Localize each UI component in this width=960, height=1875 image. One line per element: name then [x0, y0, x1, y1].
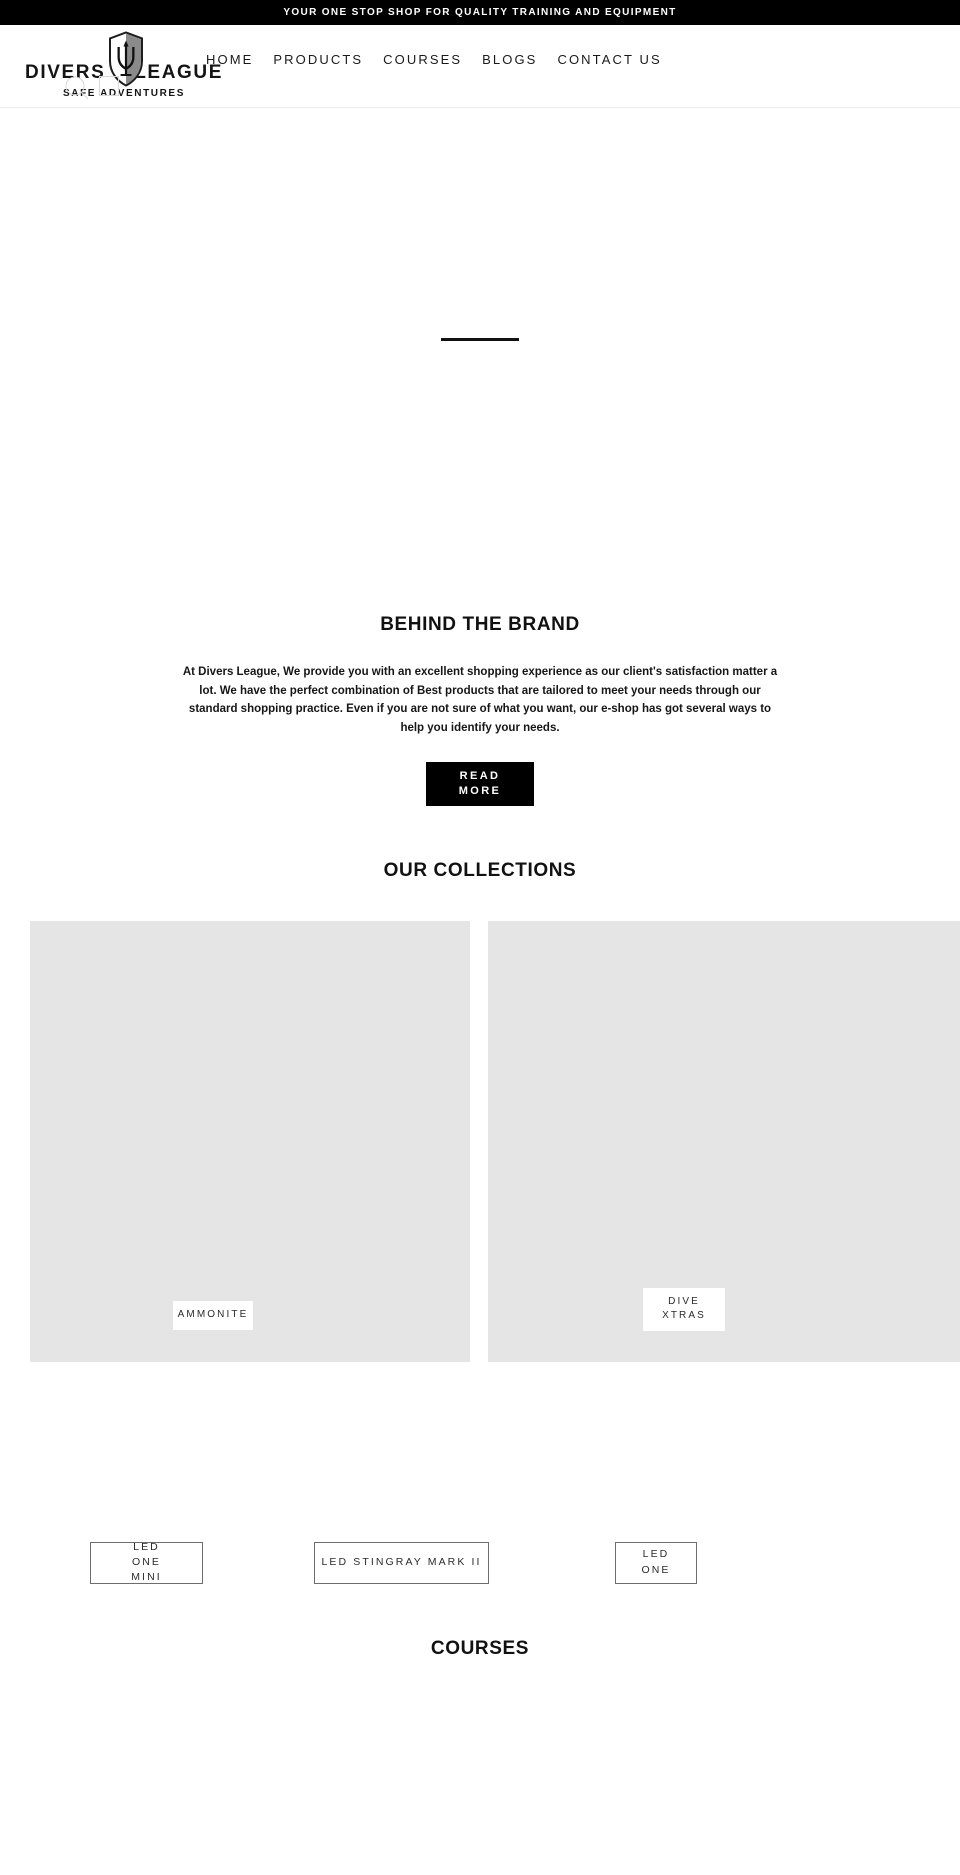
behind-the-brand-paragraph: At Divers League, We provide you with an…	[182, 666, 778, 734]
nav-item-contact-us[interactable]: CONTACT US	[547, 47, 671, 72]
main-navigation: HOME PRODUCTS COURSES BLOGS CONTACT US	[196, 47, 672, 72]
collection-card-label: DIVE XTRAS	[643, 1287, 725, 1331]
courses-heading: COURSES	[430, 1637, 530, 1659]
brand-decoration-square-icon	[99, 76, 119, 96]
collection-card-label: AMMONITE	[173, 1301, 253, 1330]
featured-products-row: LED ONE MINI LED STINGRAY MARK II LED ON…	[0, 1362, 960, 1617]
hero-section	[0, 108, 960, 508]
our-collections-heading: OUR COLLECTIONS	[383, 859, 577, 881]
nav-item-home[interactable]: HOME	[196, 47, 263, 72]
page-root: YOUR ONE STOP SHOP FOR QUALITY TRAINING …	[0, 0, 960, 1875]
brand-decoration-circle-icon	[65, 76, 89, 100]
site-header: DIVERS LEAGUE SAFE ADVENTURES HOME PRODU…	[0, 25, 960, 108]
product-button-led-stingray-mark-ii[interactable]: LED STINGRAY MARK II	[314, 1541, 489, 1584]
behind-the-brand-section: BEHIND THE BRAND At Divers League, We pr…	[0, 508, 960, 806]
announcement-text: YOUR ONE STOP SHOP FOR QUALITY TRAINING …	[283, 6, 677, 18]
courses-section: COURSES	[0, 1617, 960, 1658]
read-more-button[interactable]: READ MORE	[426, 761, 534, 806]
behind-the-brand-heading: BEHIND THE BRAND	[380, 614, 580, 635]
nav-item-courses[interactable]: COURSES	[373, 47, 472, 72]
nav-item-blogs[interactable]: BLOGS	[472, 47, 547, 72]
collection-card-dive-xtras[interactable]: DIVE XTRAS	[488, 920, 960, 1362]
hero-divider-rule	[441, 338, 519, 341]
brand-logo-link[interactable]: DIVERS LEAGUE SAFE ADVENTURES	[24, 29, 224, 105]
product-button-led-one-mini[interactable]: LED ONE MINI	[90, 1541, 203, 1584]
product-button-led-one[interactable]: LED ONE	[615, 1541, 697, 1584]
collection-card-ammonite[interactable]: AMMONITE	[30, 920, 470, 1362]
read-more-wrapper: READ MORE	[0, 738, 960, 806]
announcement-bar: YOUR ONE STOP SHOP FOR QUALITY TRAINING …	[0, 0, 960, 25]
brand-tagline: SAFE ADVENTURES	[63, 88, 185, 99]
our-collections-section: OUR COLLECTIONS AMMONITE DIVE XTRAS	[0, 806, 960, 1362]
collection-grid: AMMONITE DIVE XTRAS	[0, 920, 960, 1362]
nav-item-products[interactable]: PRODUCTS	[263, 47, 373, 72]
